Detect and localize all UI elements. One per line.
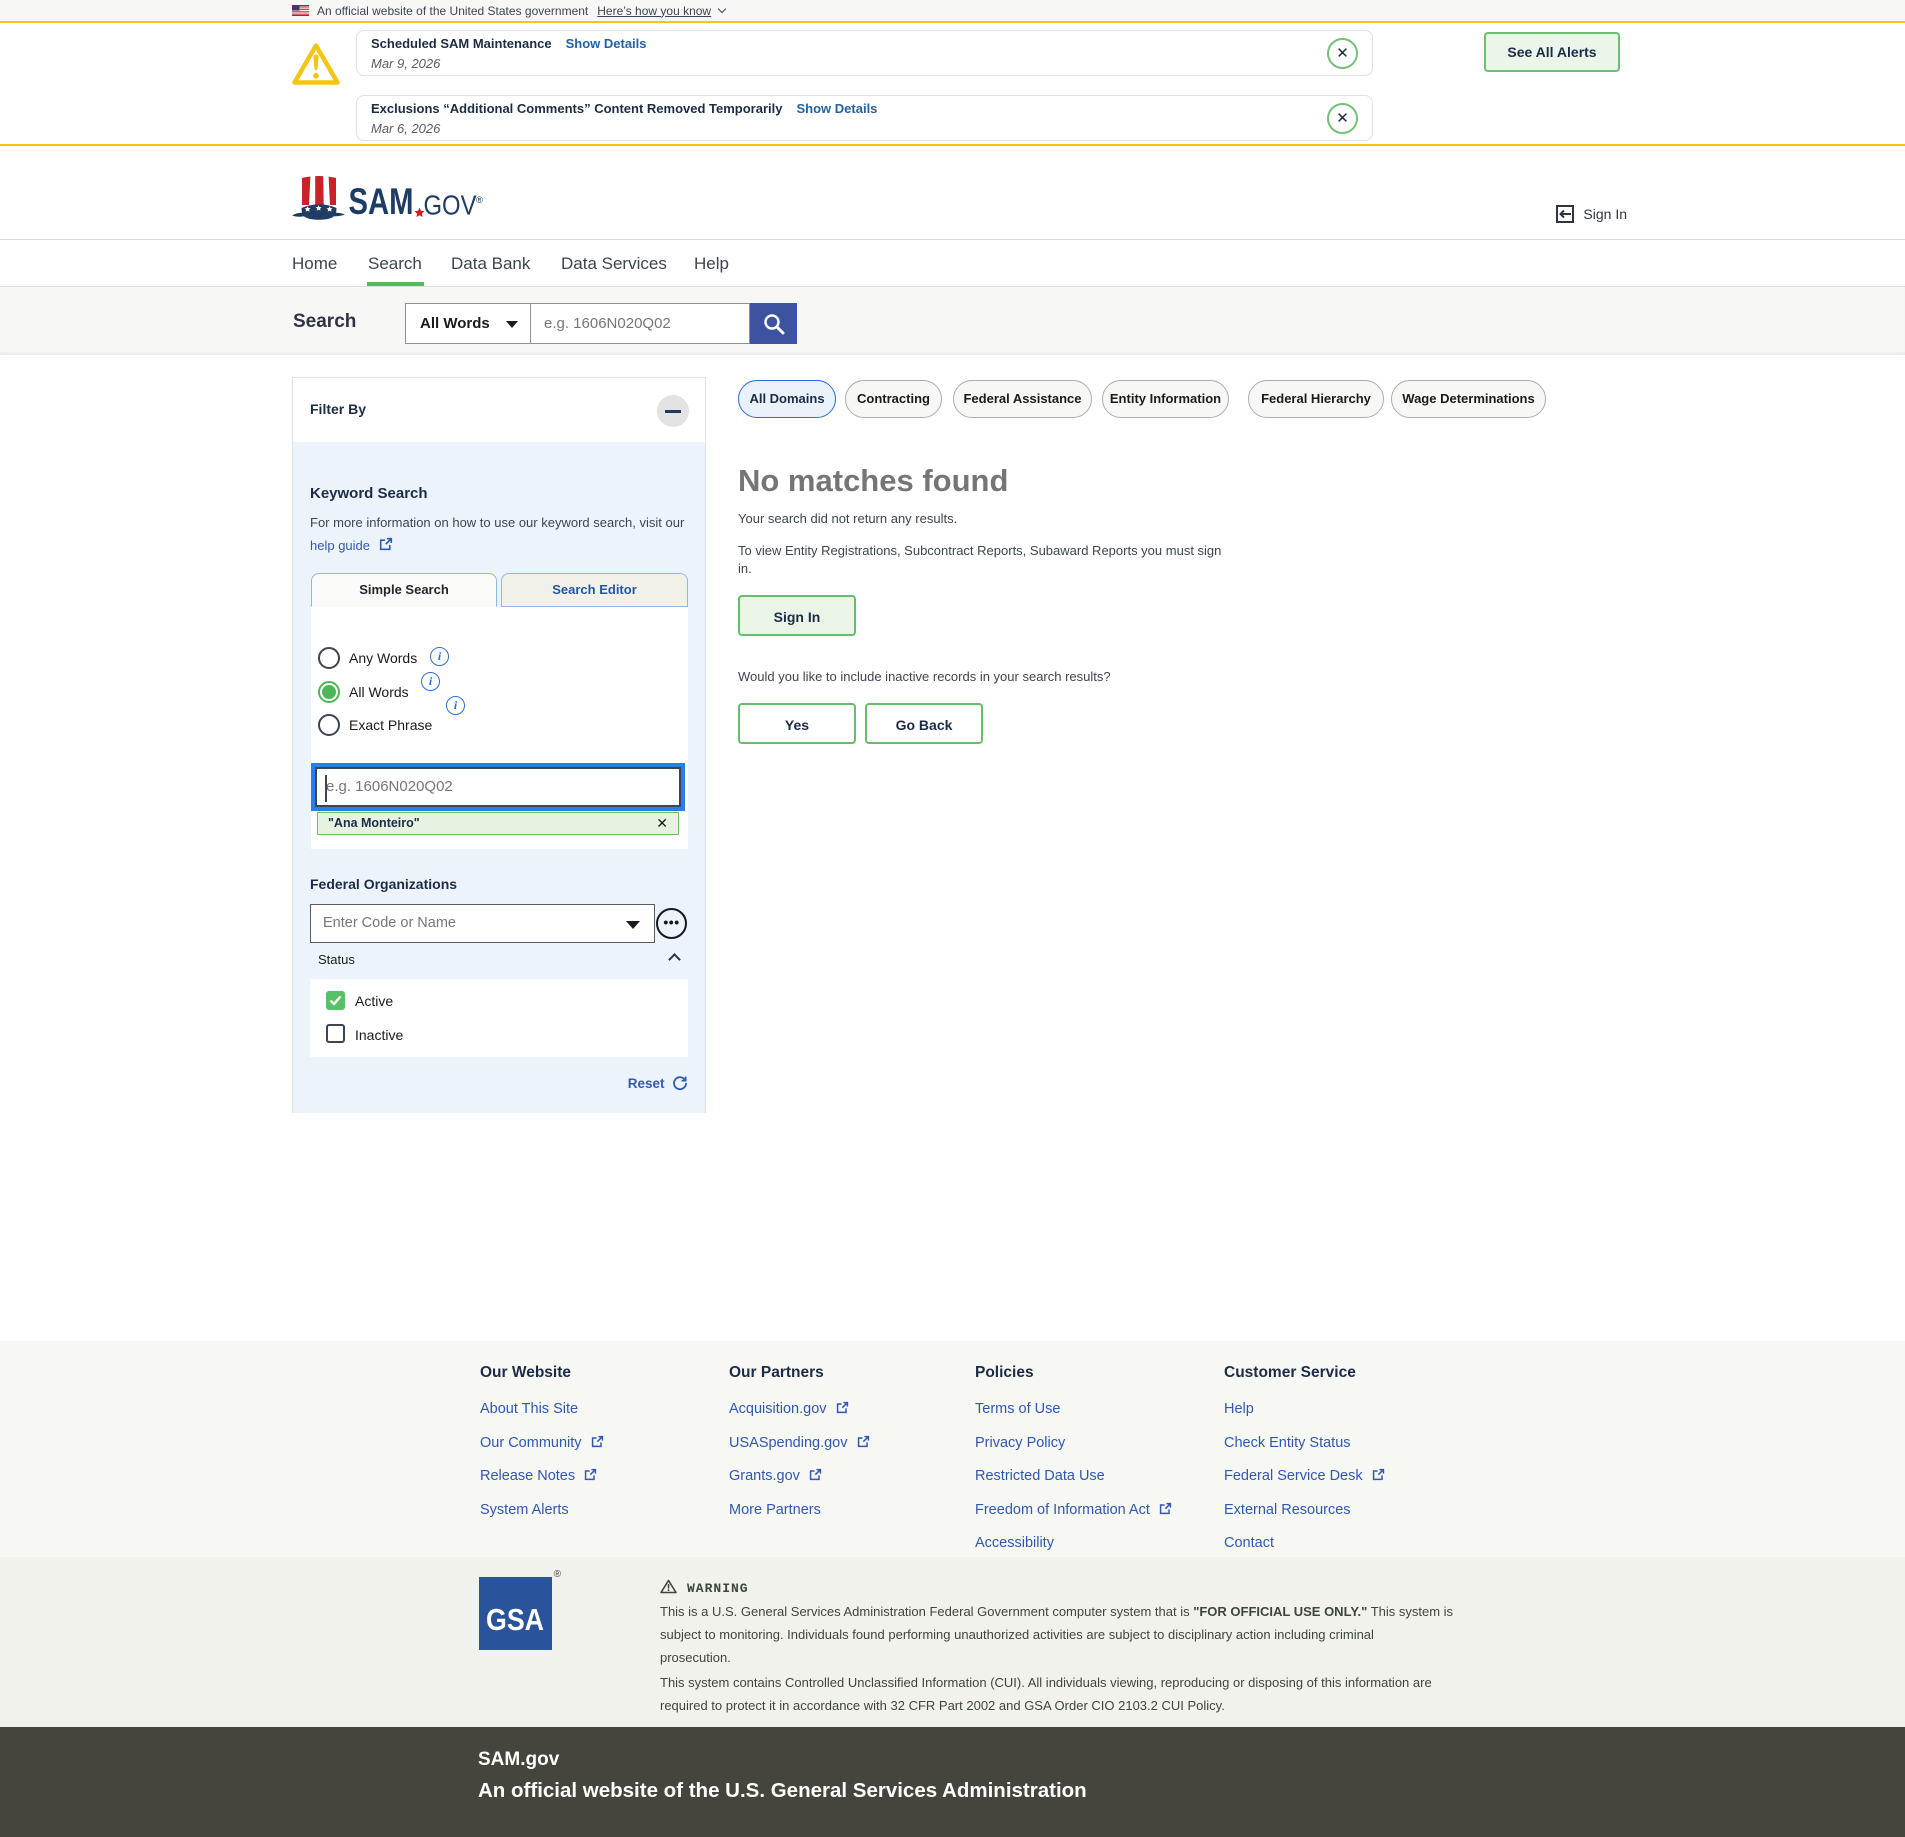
svg-text:®: ® bbox=[476, 195, 483, 206]
svg-text:GOV: GOV bbox=[424, 190, 477, 221]
svg-text:GSA: GSA bbox=[486, 1602, 544, 1637]
svg-text:SAM: SAM bbox=[349, 180, 414, 222]
